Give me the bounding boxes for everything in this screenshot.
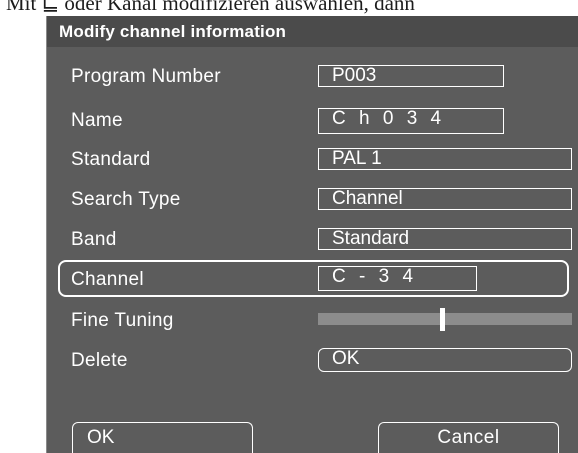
dialog-title: Modify channel information — [59, 22, 287, 41]
fine-tuning-slider-handle[interactable] — [440, 308, 445, 331]
dialog-title-bar: Modify channel information — [47, 16, 578, 47]
delete-ok-button[interactable]: OK — [318, 348, 572, 372]
standard-label: Standard — [71, 149, 151, 170]
name-label: Name — [71, 110, 123, 131]
name-field[interactable]: C h 0 3 4 — [318, 108, 504, 134]
fine-tuning-slider[interactable] — [318, 313, 572, 325]
modify-channel-dialog: Modify channel information Program Numbe… — [46, 16, 578, 453]
fine-tuning-label: Fine Tuning — [71, 310, 174, 331]
standard-field[interactable]: PAL 1 — [318, 148, 572, 170]
page-header-text: Mit ⊑ oder Kanal modifizieren auswählen,… — [6, 0, 415, 15]
band-field[interactable]: Standard — [318, 228, 572, 250]
channel-label: Channel — [71, 269, 144, 290]
program-number-field[interactable]: P003 — [318, 65, 504, 87]
band-label: Band — [71, 229, 117, 250]
search-type-label: Search Type — [71, 189, 181, 210]
program-number-label: Program Number — [71, 66, 221, 87]
channel-field[interactable]: C - 3 4 — [318, 266, 477, 291]
ok-button[interactable]: OK — [72, 422, 253, 453]
delete-label: Delete — [71, 350, 128, 371]
cancel-button[interactable]: Cancel — [378, 422, 559, 453]
search-type-field[interactable]: Channel — [318, 188, 572, 210]
